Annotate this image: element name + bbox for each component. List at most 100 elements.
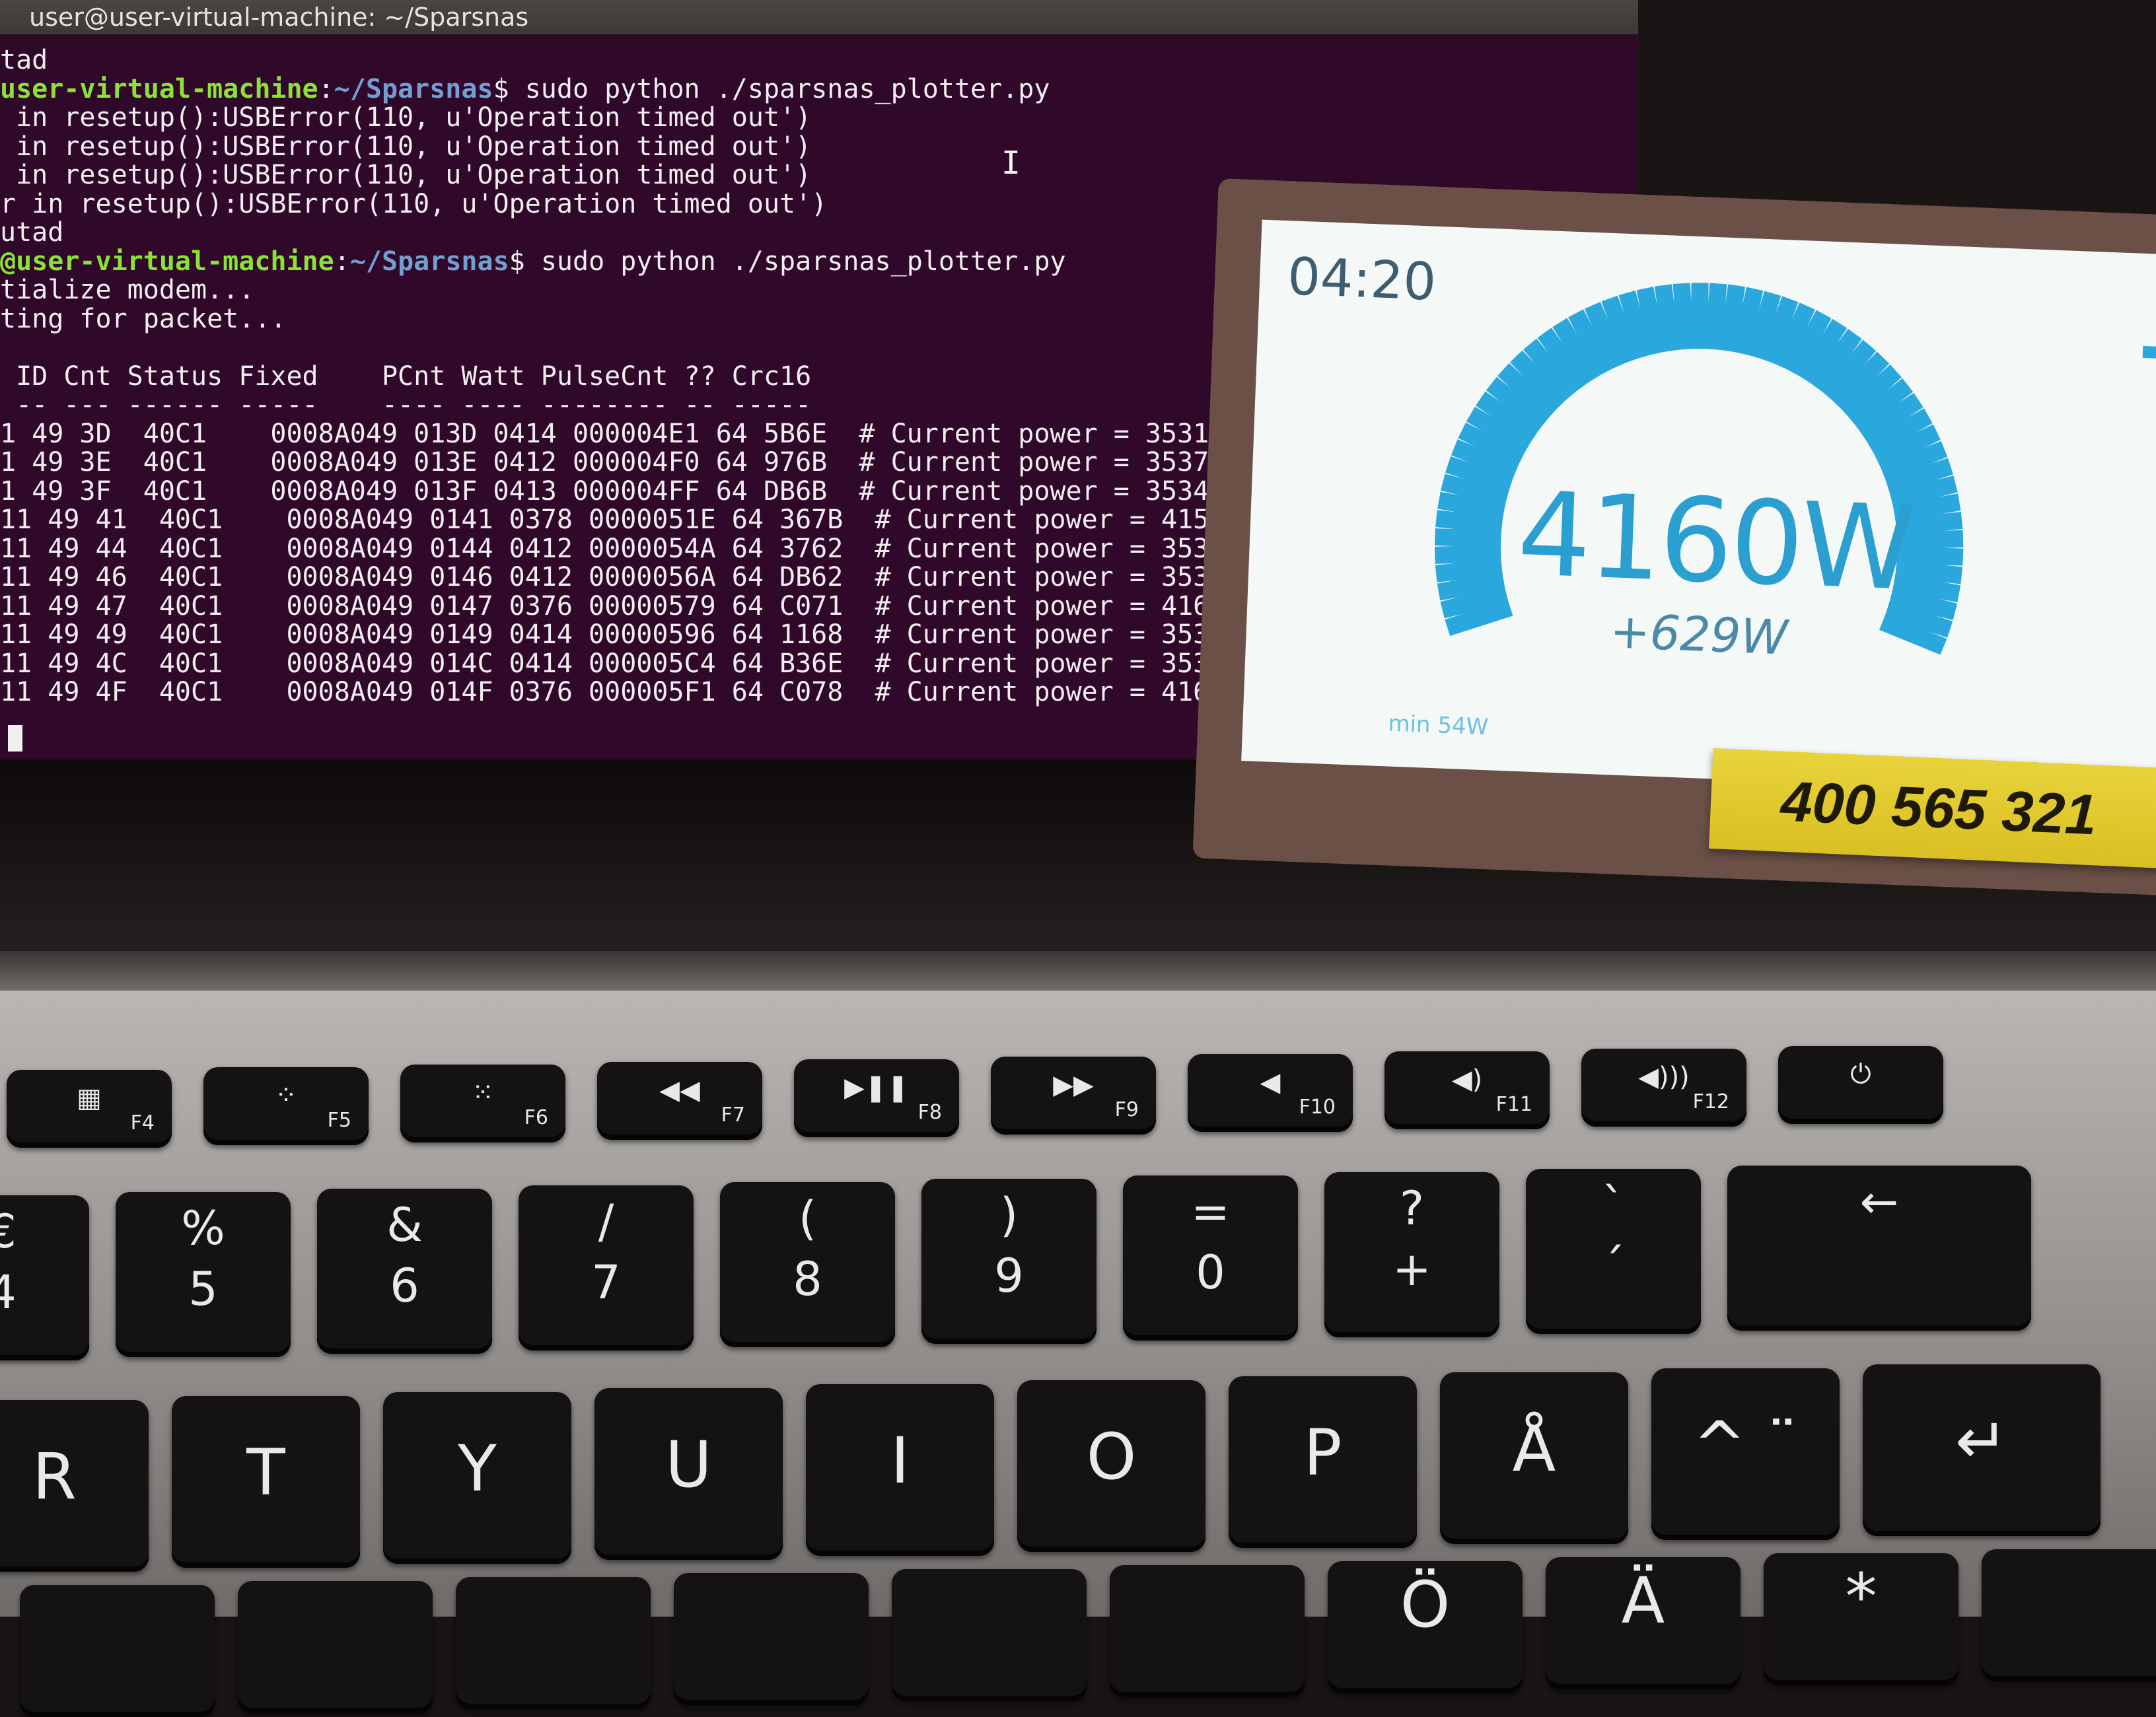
key-legend: U (665, 1428, 712, 1502)
terminal-line: -- --- ------ ----- ---- ---- -------- -… (0, 390, 812, 420)
keyboard-deck: ▦ F4 ⁘ F5 ⁙ F6 ◀◀ F7 ▶❚❚ F8 ▶▶ F9 ◀ F10 ◀) F11 ◀))) F12 ⏻ … (0, 991, 2156, 1717)
fkey-label: F10 (1299, 1096, 1336, 1119)
key-bottom-row[interactable] (1110, 1565, 1305, 1697)
text-cursor-icon: I (1001, 145, 1021, 182)
key-lower-legend: ´ (1602, 1239, 1625, 1293)
key-upper-legend: ← (1859, 1175, 1899, 1229)
key-letter[interactable]: R (0, 1400, 149, 1572)
key-legend: O (1086, 1420, 1137, 1494)
key-f4[interactable]: ▦ F4 (7, 1070, 172, 1148)
key-letter[interactable]: ^ ¨ (1651, 1368, 1840, 1540)
key-letter[interactable]: U (594, 1388, 783, 1560)
fkey-label: F8 (917, 1101, 942, 1124)
key-bottom-row[interactable] (20, 1585, 215, 1717)
terminal-title-bar[interactable]: user@user-virtual-machine: ~/Sparsnas (0, 0, 1638, 34)
play-pause-icon: ▶❚❚ (844, 1072, 909, 1103)
terminal-line: 11 49 44 40C1 0008A049 0144 0412 0000054… (0, 533, 1225, 564)
key-lower-legend: + (1392, 1242, 1431, 1296)
key-legend: Å (1512, 1412, 1556, 1486)
gauge-segment (1434, 544, 1501, 564)
fkey-label: F12 (1692, 1090, 1729, 1113)
key-upper-legend: € (0, 1205, 17, 1259)
key-f12[interactable]: ◀))) F12 (1581, 1049, 1746, 1127)
key-backspace[interactable]: ← (1727, 1166, 2031, 1331)
fkey-label: F9 (1114, 1098, 1139, 1121)
gauge-segment (1691, 283, 1709, 349)
key-´[interactable]: ` ´ (1526, 1169, 1701, 1334)
key-lower-legend: 0 (1196, 1245, 1225, 1300)
terminal-line: 1 49 3E 40C1 0008A049 013E 0412 000004F0… (0, 447, 1209, 477)
kbd-backlight-up-icon: ⁙ (472, 1078, 494, 1108)
key-legend: ^ ¨ (1693, 1408, 1798, 1482)
key-letter[interactable]: I (806, 1384, 994, 1556)
key-letter[interactable]: P (1229, 1376, 1417, 1548)
key-f9[interactable]: ▶▶ F9 (991, 1057, 1156, 1135)
key-bottom-row[interactable] (456, 1577, 651, 1709)
key-letter[interactable]: O (1017, 1380, 1205, 1552)
key-7[interactable]: /7 (519, 1185, 694, 1350)
key-power[interactable]: ⏻ (1778, 1046, 1943, 1124)
key-8[interactable]: (8 (720, 1182, 895, 1347)
key-bottom-row[interactable] (674, 1573, 869, 1705)
key-+[interactable]: ? + (1324, 1172, 1499, 1337)
key-letter[interactable]: Å (1440, 1372, 1628, 1544)
key-5[interactable]: % 5 (116, 1192, 291, 1357)
terminal-line: 11 49 4F 40C1 0008A049 014F 0376 000005F… (0, 677, 1225, 707)
key-f11[interactable]: ◀) F11 (1384, 1051, 1550, 1129)
mute-icon: ◀ (1260, 1067, 1281, 1098)
terminal-line: in resetup():USBError(110, u'Operation t… (0, 102, 812, 133)
clock-display: 04:20 (1286, 247, 1437, 312)
gauge-side-marker (2142, 345, 2156, 360)
key-bottom-row[interactable] (892, 1569, 1087, 1701)
gauge-segment (1705, 283, 1727, 351)
terminal-line: utad (0, 217, 64, 248)
key-return[interactable]: ↵ (1863, 1364, 2101, 1536)
key-letter[interactable]: Y (383, 1392, 571, 1564)
terminal-line: ID Cnt Status Fixed PCnt Watt PulseCnt ?… (0, 361, 812, 392)
key-lower-legend: 7 (591, 1255, 621, 1310)
key-6[interactable]: & 6 (317, 1189, 492, 1354)
key-lower-legend: 9 (994, 1249, 1024, 1303)
key-legend: P (1303, 1416, 1342, 1490)
key-f10[interactable]: ◀ F10 (1188, 1054, 1353, 1132)
key-upper-legend: ( (798, 1191, 817, 1245)
terminal-line: 1 49 3D 40C1 0008A049 013D 0414 000004E1… (0, 418, 1209, 449)
key-bottom-row[interactable]: Ä (1546, 1557, 1741, 1689)
gauge-segment (1435, 510, 1503, 534)
key-upper-legend: ? (1399, 1181, 1425, 1236)
key-bottom-row[interactable]: * (1764, 1553, 1958, 1685)
key-0[interactable]: = 0 (1123, 1175, 1298, 1341)
key-f8[interactable]: ▶❚❚ F8 (794, 1059, 959, 1137)
key-legend: Y (458, 1432, 497, 1506)
terminal-line: 11 49 41 40C1 0008A049 0141 0378 0000051… (0, 505, 1225, 535)
gauge-segment (1435, 558, 1503, 582)
key-f5[interactable]: ⁘ F5 (203, 1067, 369, 1145)
fkey-label: F4 (130, 1111, 155, 1135)
meter-id-sticker: 400 565 321 (1709, 748, 2156, 868)
key-bottom-row[interactable]: Ö (1328, 1561, 1523, 1693)
key-lower-legend: 8 (793, 1252, 822, 1306)
key-letter[interactable]: T (172, 1396, 360, 1568)
terminal-line: ting for packet... (0, 303, 287, 334)
key-9[interactable]: ) 9 (921, 1179, 1096, 1344)
key-f6[interactable]: ⁙ F6 (400, 1065, 565, 1142)
volume-up-icon: ◀))) (1638, 1062, 1690, 1092)
key-legend: I (890, 1424, 910, 1498)
terminal-line: user-virtual-machine:~/Sparsnas$ sudo py… (0, 73, 1050, 104)
key-bottom-row[interactable] (1982, 1549, 2156, 1681)
key-upper-legend: ` (1602, 1178, 1625, 1232)
key-f7[interactable]: ◀◀ F7 (597, 1062, 762, 1140)
key-lower-legend: 6 (390, 1259, 419, 1313)
terminal-line: 11 49 4C 40C1 0008A049 014C 0414 000005C… (0, 648, 1225, 679)
key-legend: ↵ (1955, 1404, 2009, 1478)
key-lower-legend: 4 (0, 1265, 17, 1319)
key-4[interactable]: €4 (0, 1195, 89, 1360)
fkey-label: F6 (524, 1106, 548, 1129)
terminal-line: 11 49 47 40C1 0008A049 0147 0376 0000057… (0, 590, 1225, 621)
key-bottom-row[interactable] (238, 1581, 433, 1713)
key-legend: R (32, 1440, 77, 1514)
key-legend: Ö (1400, 1568, 1451, 1642)
gauge-segment (1434, 528, 1501, 548)
fast-forward-icon: ▶▶ (1053, 1070, 1094, 1100)
key-legend: Ä (1621, 1564, 1665, 1638)
